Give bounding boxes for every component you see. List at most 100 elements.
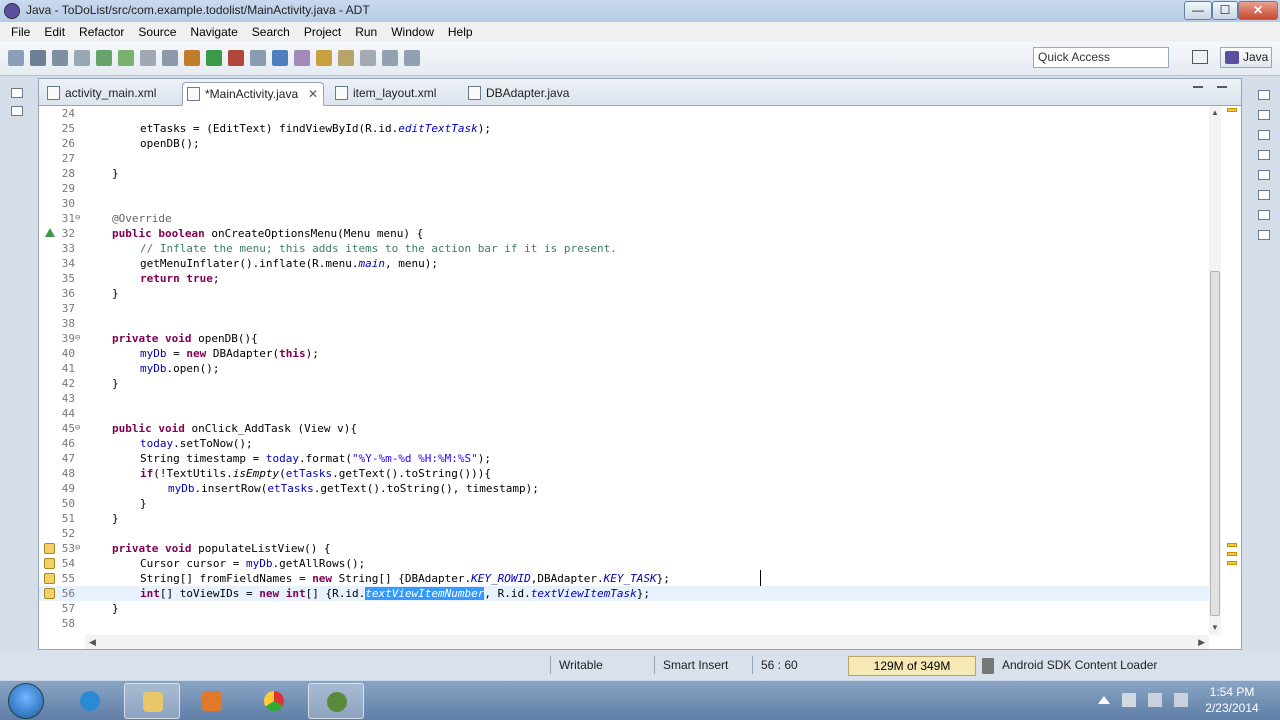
toggle-mark-icon[interactable]	[338, 50, 354, 66]
scroll-left-icon[interactable]: ◀	[89, 637, 96, 648]
code-line: 55 String[] fromFieldNames = new String[]…	[39, 571, 1211, 586]
garbage-collect-icon[interactable]	[982, 658, 994, 674]
code-line: 58	[39, 616, 1211, 631]
new-icon[interactable]	[8, 50, 24, 66]
menu-edit[interactable]: Edit	[37, 25, 72, 39]
maximize-editor-icon[interactable]	[1217, 86, 1227, 94]
search-icon[interactable]	[316, 50, 332, 66]
fold-toggle-icon[interactable]: ⊖	[75, 421, 85, 436]
restore-icon[interactable]	[11, 88, 23, 98]
scrollbar-thumb[interactable]	[1210, 271, 1220, 616]
javadoc-icon[interactable]	[1258, 190, 1270, 200]
restore-icon[interactable]	[1258, 90, 1270, 100]
vertical-scrollbar[interactable]: ▲ ▼	[1209, 106, 1221, 635]
menu-navigate[interactable]: Navigate	[183, 25, 244, 39]
menu-source[interactable]: Source	[131, 25, 183, 39]
lint-icon[interactable]	[140, 50, 156, 66]
close-button[interactable]: ✕	[1238, 1, 1278, 20]
console-icon[interactable]	[1258, 230, 1270, 240]
code-line: 34 getMenuInflater().inflate(R.menu.main,…	[39, 256, 1211, 271]
taskbar-media-player[interactable]	[184, 683, 240, 719]
package-explorer-icon[interactable]	[11, 106, 23, 116]
print-icon[interactable]	[74, 50, 90, 66]
declaration-icon[interactable]	[1258, 210, 1270, 220]
tab-dbadapter-java[interactable]: DBAdapter.java	[464, 82, 576, 106]
save-all-icon[interactable]	[52, 50, 68, 66]
quick-access-input[interactable]: Quick Access	[1033, 47, 1169, 68]
network-icon[interactable]	[1148, 693, 1162, 707]
back-icon[interactable]	[382, 50, 398, 66]
menu-refactor[interactable]: Refactor	[72, 25, 131, 39]
line-number: 55	[61, 572, 75, 585]
status-separator	[752, 656, 753, 674]
save-icon[interactable]	[30, 50, 46, 66]
minimize-button[interactable]: —	[1184, 1, 1212, 20]
external-tools-icon[interactable]	[228, 50, 244, 66]
action-center-icon[interactable]	[1122, 693, 1136, 707]
new-package-icon[interactable]	[250, 50, 266, 66]
taskbar-explorer[interactable]	[124, 683, 180, 719]
scroll-right-icon[interactable]: ▶	[1198, 637, 1205, 648]
task-list-icon[interactable]	[1258, 130, 1270, 140]
adt-eclipse-icon	[327, 692, 347, 712]
code-line: 44	[39, 406, 1211, 421]
right-trim-bar	[1252, 80, 1276, 280]
status-separator	[654, 656, 655, 674]
overview-ruler[interactable]	[1223, 106, 1241, 635]
start-button[interactable]	[8, 683, 44, 719]
forward-icon[interactable]	[404, 50, 420, 66]
taskbar-chrome[interactable]	[246, 683, 302, 719]
menu-search[interactable]: Search	[245, 25, 297, 39]
outline-icon[interactable]	[1258, 110, 1270, 120]
taskbar-adt[interactable]	[308, 683, 364, 719]
window-title: Java - ToDoList/src/com.example.todolist…	[26, 3, 370, 17]
new-class-icon[interactable]	[272, 50, 288, 66]
title-bar: Java - ToDoList/src/com.example.todolist…	[0, 0, 1280, 22]
tab-main-activity-java[interactable]: *MainActivity.java ✕	[182, 82, 324, 106]
open-type-icon[interactable]	[294, 50, 310, 66]
line-number: 35	[61, 272, 75, 285]
code-line: 50}	[39, 496, 1211, 511]
new-project-icon[interactable]	[162, 50, 178, 66]
horizontal-scrollbar[interactable]: ◀ ▶	[85, 635, 1209, 649]
code-editor[interactable]: 24 25 etTasks = (EditText) findViewById(R…	[39, 106, 1211, 635]
tab-item-layout-xml[interactable]: item_layout.xml	[331, 82, 451, 106]
fold-toggle-icon[interactable]: ⊖	[75, 331, 85, 346]
scroll-down-icon[interactable]: ▼	[1210, 623, 1220, 633]
run-icon[interactable]	[206, 50, 222, 66]
overview-marker[interactable]	[1227, 108, 1237, 112]
tab-activity-main-xml[interactable]: activity_main.xml	[43, 82, 181, 106]
scroll-up-icon[interactable]: ▲	[1210, 108, 1220, 118]
selected-text[interactable]: textViewItemNumber	[365, 587, 485, 600]
avd-manager-icon[interactable]	[118, 50, 134, 66]
restore-icon[interactable]	[1258, 150, 1270, 160]
volume-icon[interactable]	[1174, 693, 1188, 707]
debug-icon[interactable]	[184, 50, 200, 66]
open-perspective-icon[interactable]	[1192, 50, 1208, 64]
code-line: 32 public boolean onCreateOptionsMenu(Men…	[39, 226, 1211, 241]
minimize-editor-icon[interactable]	[1193, 86, 1203, 94]
line-number: 32	[61, 227, 75, 240]
overview-marker[interactable]	[1227, 561, 1237, 565]
taskbar-ie[interactable]	[62, 683, 118, 719]
fold-toggle-icon[interactable]: ⊖	[75, 211, 85, 226]
annotation-icon[interactable]	[360, 50, 376, 66]
close-tab-icon[interactable]: ✕	[308, 83, 318, 105]
overview-marker[interactable]	[1227, 552, 1237, 556]
fold-toggle-icon[interactable]: ⊖	[75, 541, 85, 556]
system-clock[interactable]: 1:54 PM 2/23/2014	[1200, 684, 1264, 716]
code-line: 46 today.setToNow();	[39, 436, 1211, 451]
menu-file[interactable]: File	[4, 25, 37, 39]
heap-status[interactable]: 129M of 349M	[848, 656, 976, 676]
menu-run[interactable]: Run	[348, 25, 384, 39]
maximize-button[interactable]: ☐	[1212, 1, 1238, 20]
menu-project[interactable]: Project	[297, 25, 348, 39]
problems-icon[interactable]	[1258, 170, 1270, 180]
line-number: 57	[61, 602, 75, 615]
overview-marker[interactable]	[1227, 543, 1237, 547]
show-hidden-icons-icon[interactable]	[1098, 696, 1110, 704]
menu-help[interactable]: Help	[441, 25, 480, 39]
menu-window[interactable]: Window	[384, 25, 441, 39]
android-sdk-icon[interactable]	[96, 50, 112, 66]
java-perspective-button[interactable]: Java	[1220, 47, 1272, 68]
